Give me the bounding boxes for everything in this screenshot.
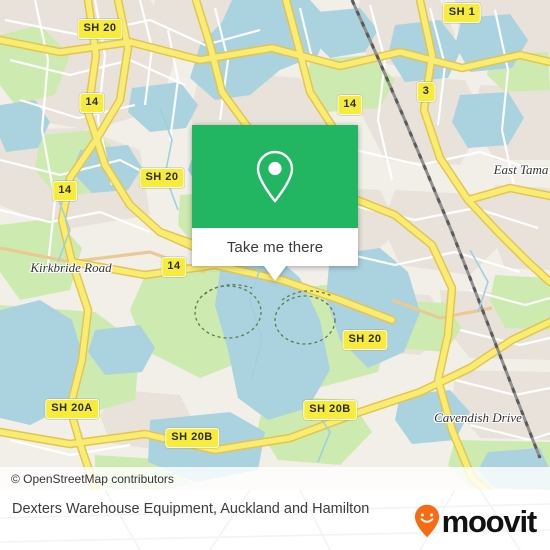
map-canvas[interactable]: SH 20 SH 1 14 14 3 SH 20 14 14 SH 20 SH 20A SH 20B… (0, 0, 550, 490)
location-popup-card[interactable]: Take me there (192, 125, 358, 281)
moovit-pin-icon (414, 504, 440, 538)
place-label: Kirkbride Road (30, 260, 112, 275)
map-screenshot-page: SH 20 SH 1 14 14 3 SH 20 14 14 SH 20 SH 20A SH 20B… (0, 0, 550, 550)
map-pin-icon (253, 149, 297, 205)
place-label: Cavendish Drive (434, 410, 522, 425)
road-shield: SH 20 (342, 330, 388, 350)
take-me-there-label: Take me there (226, 238, 324, 256)
road-shield: SH 20 (139, 168, 185, 188)
road-shield: 14 (79, 93, 105, 113)
road-shield: 3 (416, 82, 436, 102)
road-shield: 14 (337, 95, 363, 115)
road-shield: 14 (52, 181, 78, 201)
road-shield: SH 1 (442, 3, 482, 23)
popup-header (192, 125, 358, 228)
page-title: Dexters Warehouse Equipment, Auckland an… (12, 501, 370, 517)
road-shield: SH 20A (45, 399, 99, 419)
moovit-brand-logo[interactable]: moovit (414, 503, 538, 539)
openstreetmap-attribution[interactable]: © OpenStreetMap contributors (0, 472, 174, 486)
moovit-wordmark: moovit (441, 503, 538, 539)
footer-bar: Dexters Warehouse Equipment, Auckland an… (0, 490, 550, 550)
road-shield: SH 20 (77, 19, 123, 39)
popup-action-bar[interactable]: Take me there (192, 228, 358, 266)
road-shield: 14 (161, 257, 187, 277)
road-shield: SH 20B (165, 428, 219, 448)
popup-pointer-tail (264, 266, 286, 281)
road-shield: SH 20B (303, 400, 357, 420)
place-label: East Tama (493, 162, 549, 177)
map-attribution-bar: © OpenStreetMap contributors (0, 467, 550, 490)
